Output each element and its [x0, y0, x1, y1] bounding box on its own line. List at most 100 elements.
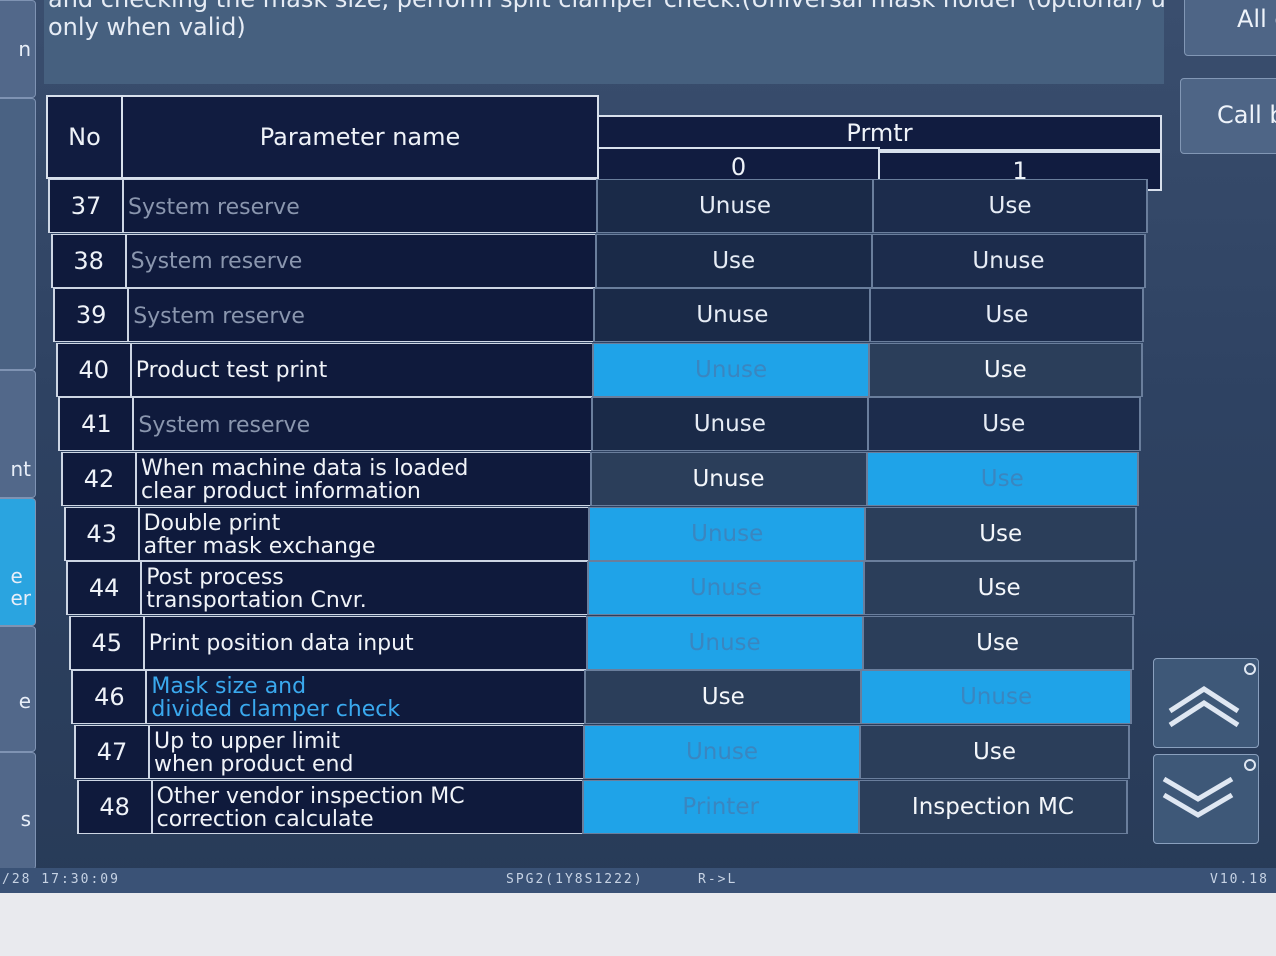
- parameter-name-line: System reserve: [130, 249, 303, 275]
- parameter-name-line: Up to upper limit: [154, 729, 340, 754]
- table-row[interactable]: 43 Double print after mask exchange Unuse Us…: [63, 506, 1146, 561]
- machine-screen: n nt e er e s and checking the mask size…: [0, 0, 1276, 893]
- row-number: 46: [71, 670, 148, 725]
- parameter-name-line: transportation Cnvr.: [146, 588, 367, 614]
- param-option-0[interactable]: Unuse: [588, 506, 867, 561]
- param-option-0[interactable]: Use: [594, 233, 873, 288]
- parameter-name-line: Double print: [143, 510, 281, 536]
- left-button-6[interactable]: s: [0, 752, 36, 870]
- parameter-name: Product test print: [129, 342, 602, 397]
- description-line-2: only when valid): [48, 13, 246, 41]
- parameter-name-line: When machine data is loaded: [141, 456, 469, 481]
- parameter-name-line: System reserve: [133, 303, 305, 329]
- header-prmtr: Prmtr: [597, 115, 1162, 151]
- param-option-1[interactable]: Use: [859, 725, 1130, 779]
- table-row[interactable]: 37 System reserve Unuse Use: [48, 179, 1158, 233]
- table-row[interactable]: 46 Mask size and divided clamper check Use U…: [71, 670, 1140, 725]
- table-row[interactable]: 42 When machine data is loaded clear produ…: [61, 452, 1148, 506]
- status-bar: /28 17:30:09 SPG2(1Y8S1222) R->L V10.18: [0, 868, 1276, 893]
- param-option-0[interactable]: Unuse: [590, 397, 869, 452]
- parameter-name: System reserve: [122, 179, 598, 233]
- parameter-name-line: correction calculate: [156, 806, 374, 832]
- table-row[interactable]: 48 Other vendor inspection MC correction c…: [76, 779, 1136, 834]
- parameter-name-line: Product test print: [135, 358, 328, 384]
- row-number: 41: [58, 397, 135, 452]
- header-no: No: [46, 95, 123, 179]
- row-number: 39: [53, 288, 130, 343]
- param-option-1[interactable]: Use: [868, 342, 1143, 397]
- left-button-3[interactable]: nt: [0, 370, 36, 498]
- row-number: 37: [48, 179, 124, 233]
- call-button-label: Call b: [1217, 101, 1276, 129]
- param-option-1[interactable]: Use: [866, 397, 1141, 452]
- scroll-down-button[interactable]: [1153, 754, 1259, 844]
- parameter-name: Print position data input: [142, 615, 609, 670]
- left-button-strip: n nt e er e s: [0, 0, 40, 870]
- parameter-name: When machine data is loaded clear product…: [135, 452, 605, 506]
- parameter-name-line: System reserve: [138, 412, 311, 438]
- left-button-5[interactable]: e: [0, 626, 36, 752]
- parameter-name-line: clear product information: [141, 479, 421, 504]
- table-row[interactable]: 39 System reserve Unuse Use: [53, 288, 1154, 343]
- row-number: 42: [61, 452, 137, 506]
- param-option-1[interactable]: Use: [865, 452, 1139, 506]
- status-datetime: /28 17:30:09: [2, 872, 120, 887]
- param-option-0[interactable]: Unuse: [586, 561, 865, 616]
- parameter-name-line: after mask exchange: [143, 533, 376, 559]
- left-button-1[interactable]: n: [0, 0, 36, 98]
- parameter-name: System reserve: [124, 233, 600, 288]
- parameter-name-line: Other vendor inspection MC: [156, 783, 465, 809]
- description-line-1: and checking the mask size, perform spli…: [48, 0, 1164, 12]
- param-option-1[interactable]: Inspection MC: [857, 779, 1129, 834]
- table-row[interactable]: 47 Up to upper limit when product end Unuse…: [74, 725, 1138, 779]
- parameter-name: System reserve: [127, 288, 601, 343]
- param-option-1[interactable]: Use: [861, 615, 1134, 670]
- scroll-up-button[interactable]: [1153, 658, 1259, 748]
- row-number: 45: [68, 615, 145, 670]
- left-button-2[interactable]: [0, 98, 36, 370]
- row-number: 43: [63, 506, 140, 561]
- parameter-name-line: when product end: [154, 752, 354, 777]
- left-button-5-label: e: [18, 689, 31, 713]
- param-option-0[interactable]: Unuse: [583, 725, 861, 779]
- double-chevron-up-icon: [1168, 663, 1256, 728]
- header-parameter-name: Parameter name: [121, 95, 599, 179]
- table-row[interactable]: 44 Post process transportation Cnvr. Unuse U…: [66, 561, 1144, 616]
- table-row[interactable]: 40 Product test print Unuse Use: [55, 342, 1152, 397]
- param-option-0[interactable]: Printer: [581, 779, 860, 834]
- table-row[interactable]: 38 System reserve Use Unuse: [50, 233, 1156, 288]
- left-button-1-label: n: [18, 37, 31, 61]
- call-button[interactable]: Call b: [1180, 78, 1276, 154]
- left-button-4[interactable]: e er: [0, 498, 36, 626]
- param-option-0[interactable]: Unuse: [585, 615, 864, 670]
- parameter-name-line: Print position data input: [148, 631, 414, 657]
- param-option-1[interactable]: Unuse: [870, 233, 1147, 288]
- param-option-1[interactable]: Use: [872, 179, 1148, 233]
- param-option-1[interactable]: Use: [864, 506, 1138, 561]
- row-number: 44: [66, 561, 143, 616]
- status-direction: R->L: [698, 872, 738, 887]
- parameter-name-line: System reserve: [128, 194, 300, 220]
- param-option-0[interactable]: Use: [584, 670, 863, 725]
- param-option-1[interactable]: Unuse: [860, 670, 1132, 725]
- parameter-name-line: Mask size and: [151, 674, 307, 700]
- parameter-name: Other vendor inspection MC correction cal…: [150, 779, 613, 834]
- row-number: 40: [55, 342, 132, 397]
- row-number: 48: [76, 779, 153, 834]
- status-program: SPG2(1Y8S1222): [506, 872, 644, 887]
- left-button-6-label: s: [20, 807, 31, 831]
- param-option-0[interactable]: Unuse: [589, 452, 868, 506]
- param-option-1[interactable]: Use: [869, 288, 1145, 343]
- parameter-name: Double print after mask exchange: [137, 506, 606, 561]
- left-button-4-label: e er: [10, 564, 31, 610]
- all-button[interactable]: All c: [1184, 0, 1276, 56]
- param-option-0[interactable]: Unuse: [592, 342, 871, 397]
- param-option-0[interactable]: Unuse: [596, 179, 874, 233]
- parameter-name: Mask size and divided clamper check: [145, 670, 610, 725]
- table-row[interactable]: 41 System reserve Unuse Use: [58, 397, 1150, 452]
- param-option-0[interactable]: Unuse: [593, 288, 872, 343]
- table-row[interactable]: 45 Print position data input Unuse Use: [68, 615, 1142, 670]
- row-number: 38: [50, 233, 127, 288]
- row-number: 47: [74, 725, 150, 779]
- param-option-1[interactable]: Use: [862, 561, 1136, 616]
